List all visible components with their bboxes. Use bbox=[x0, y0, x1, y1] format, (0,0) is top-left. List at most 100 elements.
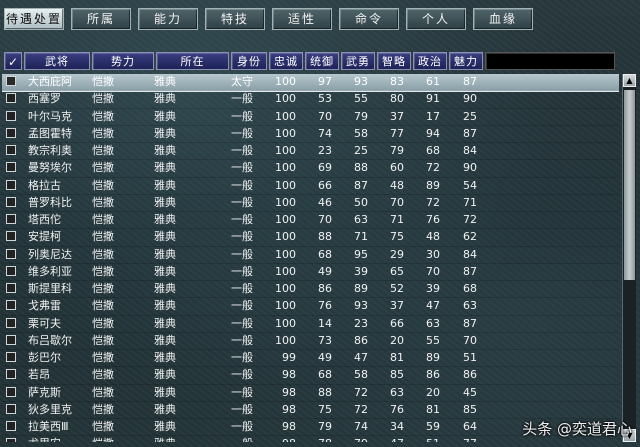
table-row[interactable]: 孟图霍特 恺撒 雅典 一般 100 74 58 77 94 87 bbox=[2, 126, 619, 143]
cell-valor: 23 bbox=[354, 316, 368, 330]
cell-location: 雅典 bbox=[154, 109, 176, 123]
row-checkbox[interactable] bbox=[6, 283, 16, 293]
table-row[interactable]: 戈弗雷 恺撒 雅典 一般 100 76 93 37 47 63 bbox=[2, 298, 619, 316]
row-checkbox[interactable] bbox=[6, 352, 16, 362]
cell-general-name: 萨克斯 bbox=[28, 385, 61, 399]
scroll-up-button[interactable]: ▲ bbox=[623, 74, 636, 87]
cell-valor: 89 bbox=[354, 282, 368, 295]
scroll-thumb[interactable] bbox=[624, 90, 635, 280]
table-row[interactable]: 萨克斯 恺撒 雅典 一般 98 88 72 63 20 45 bbox=[2, 385, 619, 402]
row-checkbox[interactable] bbox=[6, 300, 16, 311]
cell-faction: 恺撒 bbox=[92, 436, 148, 442]
cell-valor: 88 bbox=[354, 161, 368, 175]
tab-skills[interactable]: 特技 bbox=[205, 8, 265, 30]
cell-faction: 恺撒 bbox=[92, 109, 114, 123]
tab-ability[interactable]: 能力 bbox=[138, 8, 198, 30]
table-row[interactable]: 格拉古 恺撒 雅典 一般 100 66 87 48 89 54 bbox=[2, 178, 619, 195]
cell-politics: 39 bbox=[426, 282, 440, 295]
row-checkbox[interactable] bbox=[6, 179, 16, 190]
cell-leadership: 86 bbox=[318, 282, 332, 295]
cell-intellect: 77 bbox=[390, 126, 404, 140]
vertical-scrollbar[interactable]: ▲ ▼ bbox=[622, 74, 636, 442]
column-header-intellect[interactable]: 智略 bbox=[377, 52, 411, 70]
tab-bloodline[interactable]: 血缘 bbox=[473, 8, 533, 30]
cell-rank: 一般 bbox=[231, 436, 265, 442]
table-row[interactable]: 栗可夫 恺撒 雅典 一般 100 14 23 66 63 87 bbox=[2, 316, 619, 333]
cell-intellect: 80 bbox=[390, 92, 404, 106]
cell-politics: 30 bbox=[426, 247, 440, 261]
cell-politics: 48 bbox=[426, 230, 440, 244]
table-row[interactable]: 叶尔马克 恺撒 雅典 一般 100 70 79 37 17 25 bbox=[2, 109, 619, 126]
row-checkbox[interactable] bbox=[6, 248, 16, 259]
row-checkbox[interactable] bbox=[6, 162, 16, 173]
table-row[interactable]: 若昂 恺撒 雅典 一般 98 68 58 85 86 86 bbox=[2, 367, 619, 385]
row-checkbox[interactable] bbox=[6, 76, 16, 86]
cell-general-name: 孟图霍特 bbox=[28, 126, 72, 140]
tab-personal[interactable]: 个人 bbox=[406, 8, 466, 30]
cell-valor: 39 bbox=[354, 264, 368, 278]
column-header-general[interactable]: 武将 bbox=[24, 52, 90, 70]
row-checkbox[interactable] bbox=[6, 369, 16, 380]
table-row[interactable]: 安提柯 恺撒 雅典 一般 100 88 71 75 48 62 bbox=[2, 229, 619, 247]
column-header-faction[interactable]: 势力 bbox=[92, 52, 154, 70]
row-checkbox[interactable] bbox=[6, 196, 16, 207]
cell-intellect: 37 bbox=[390, 299, 404, 313]
row-checkbox[interactable] bbox=[6, 110, 16, 121]
table-row[interactable]: 斯提里科 恺撒 雅典 一般 100 86 89 52 39 68 bbox=[2, 281, 619, 299]
cell-valor: 72 bbox=[354, 385, 368, 399]
row-checkbox[interactable] bbox=[6, 438, 16, 442]
cell-loyalty: 100 bbox=[275, 144, 296, 157]
column-header-charm[interactable]: 魅力 bbox=[449, 52, 483, 70]
cell-rank: 一般 bbox=[231, 282, 253, 295]
row-checkbox[interactable] bbox=[6, 214, 16, 224]
column-header-valor[interactable]: 武勇 bbox=[341, 52, 375, 70]
row-checkbox[interactable] bbox=[6, 127, 16, 138]
table-row[interactable]: 大西庇阿 恺撒 雅典 太守 100 97 93 83 61 87 bbox=[2, 74, 619, 93]
cell-charm: 85 bbox=[463, 402, 477, 416]
table-row[interactable]: 塔西佗 恺撒 雅典 一般 100 70 63 71 76 72 bbox=[2, 212, 619, 230]
cell-charm: 54 bbox=[463, 178, 477, 192]
cell-general-name: 拉美西Ⅲ bbox=[28, 420, 69, 433]
cell-intellect: 63 bbox=[390, 385, 404, 399]
cell-faction: 恺撒 bbox=[92, 402, 114, 416]
column-header-loyalty[interactable]: 忠诚 bbox=[269, 52, 303, 70]
cell-rank: 一般 bbox=[231, 109, 253, 123]
column-header-politics[interactable]: 政治 bbox=[413, 52, 447, 70]
row-checkbox[interactable] bbox=[6, 317, 16, 328]
table-row[interactable]: 教宗利奥 恺撒 雅典 一般 100 23 25 79 68 84 bbox=[2, 143, 619, 161]
cell-loyalty: 100 bbox=[275, 92, 296, 106]
table-row[interactable]: 曼努埃尔 恺撒 雅典 一般 100 69 88 60 72 90 bbox=[2, 160, 619, 178]
table-row[interactable]: 普罗科比 恺撒 雅典 一般 100 46 50 70 72 71 bbox=[2, 195, 619, 212]
row-checkbox[interactable] bbox=[6, 145, 16, 155]
cell-charm: 86 bbox=[463, 368, 477, 382]
tab-treatment[interactable]: 待遇处置 bbox=[4, 8, 64, 30]
row-checkbox[interactable] bbox=[6, 231, 16, 242]
table-row[interactable]: 彭巴尔 恺撒 雅典 一般 99 49 47 81 89 51 bbox=[2, 350, 619, 368]
cell-charm: 72 bbox=[463, 213, 477, 226]
tab-affiliation[interactable]: 所属 bbox=[71, 8, 131, 30]
cell-intellect: 65 bbox=[390, 264, 404, 278]
cell-faction: 恺撒 bbox=[92, 385, 114, 399]
row-checkbox[interactable] bbox=[6, 334, 16, 345]
cell-rank: 一般 bbox=[231, 385, 253, 399]
tab-aptitude[interactable]: 适性 bbox=[272, 8, 332, 30]
table-row[interactable]: 狄多里克 恺撒 雅典 一般 98 75 72 76 81 85 bbox=[2, 402, 619, 419]
cell-faction: 恺撒 bbox=[92, 144, 114, 157]
table-row[interactable]: 维多利亚 恺撒 雅典 一般 100 49 39 65 70 87 bbox=[2, 264, 619, 281]
row-checkbox[interactable] bbox=[6, 93, 16, 104]
column-header-rank[interactable]: 身份 bbox=[231, 52, 267, 70]
row-checkbox[interactable] bbox=[6, 403, 16, 414]
cell-charm: 90 bbox=[463, 92, 477, 106]
table-row[interactable]: 布吕歇尔 恺撒 雅典 一般 100 73 86 20 55 70 bbox=[2, 333, 619, 350]
select-all-checkbox[interactable]: ✓ bbox=[4, 52, 22, 70]
row-checkbox[interactable] bbox=[6, 421, 16, 431]
row-checkbox[interactable] bbox=[6, 386, 16, 397]
column-header-location[interactable]: 所在 bbox=[156, 52, 229, 70]
column-header-leadership[interactable]: 统御 bbox=[305, 52, 339, 70]
table-row[interactable]: 列奥尼达 恺撒 雅典 一般 100 68 95 29 30 84 bbox=[2, 247, 619, 264]
row-checkbox[interactable] bbox=[6, 265, 16, 276]
cell-valor: 63 bbox=[354, 213, 368, 226]
table-row[interactable]: 西塞罗 恺撒 雅典 一般 100 53 55 80 91 90 bbox=[2, 91, 619, 109]
cell-faction: 恺撒 bbox=[92, 75, 114, 88]
tab-orders[interactable]: 命令 bbox=[339, 8, 399, 30]
